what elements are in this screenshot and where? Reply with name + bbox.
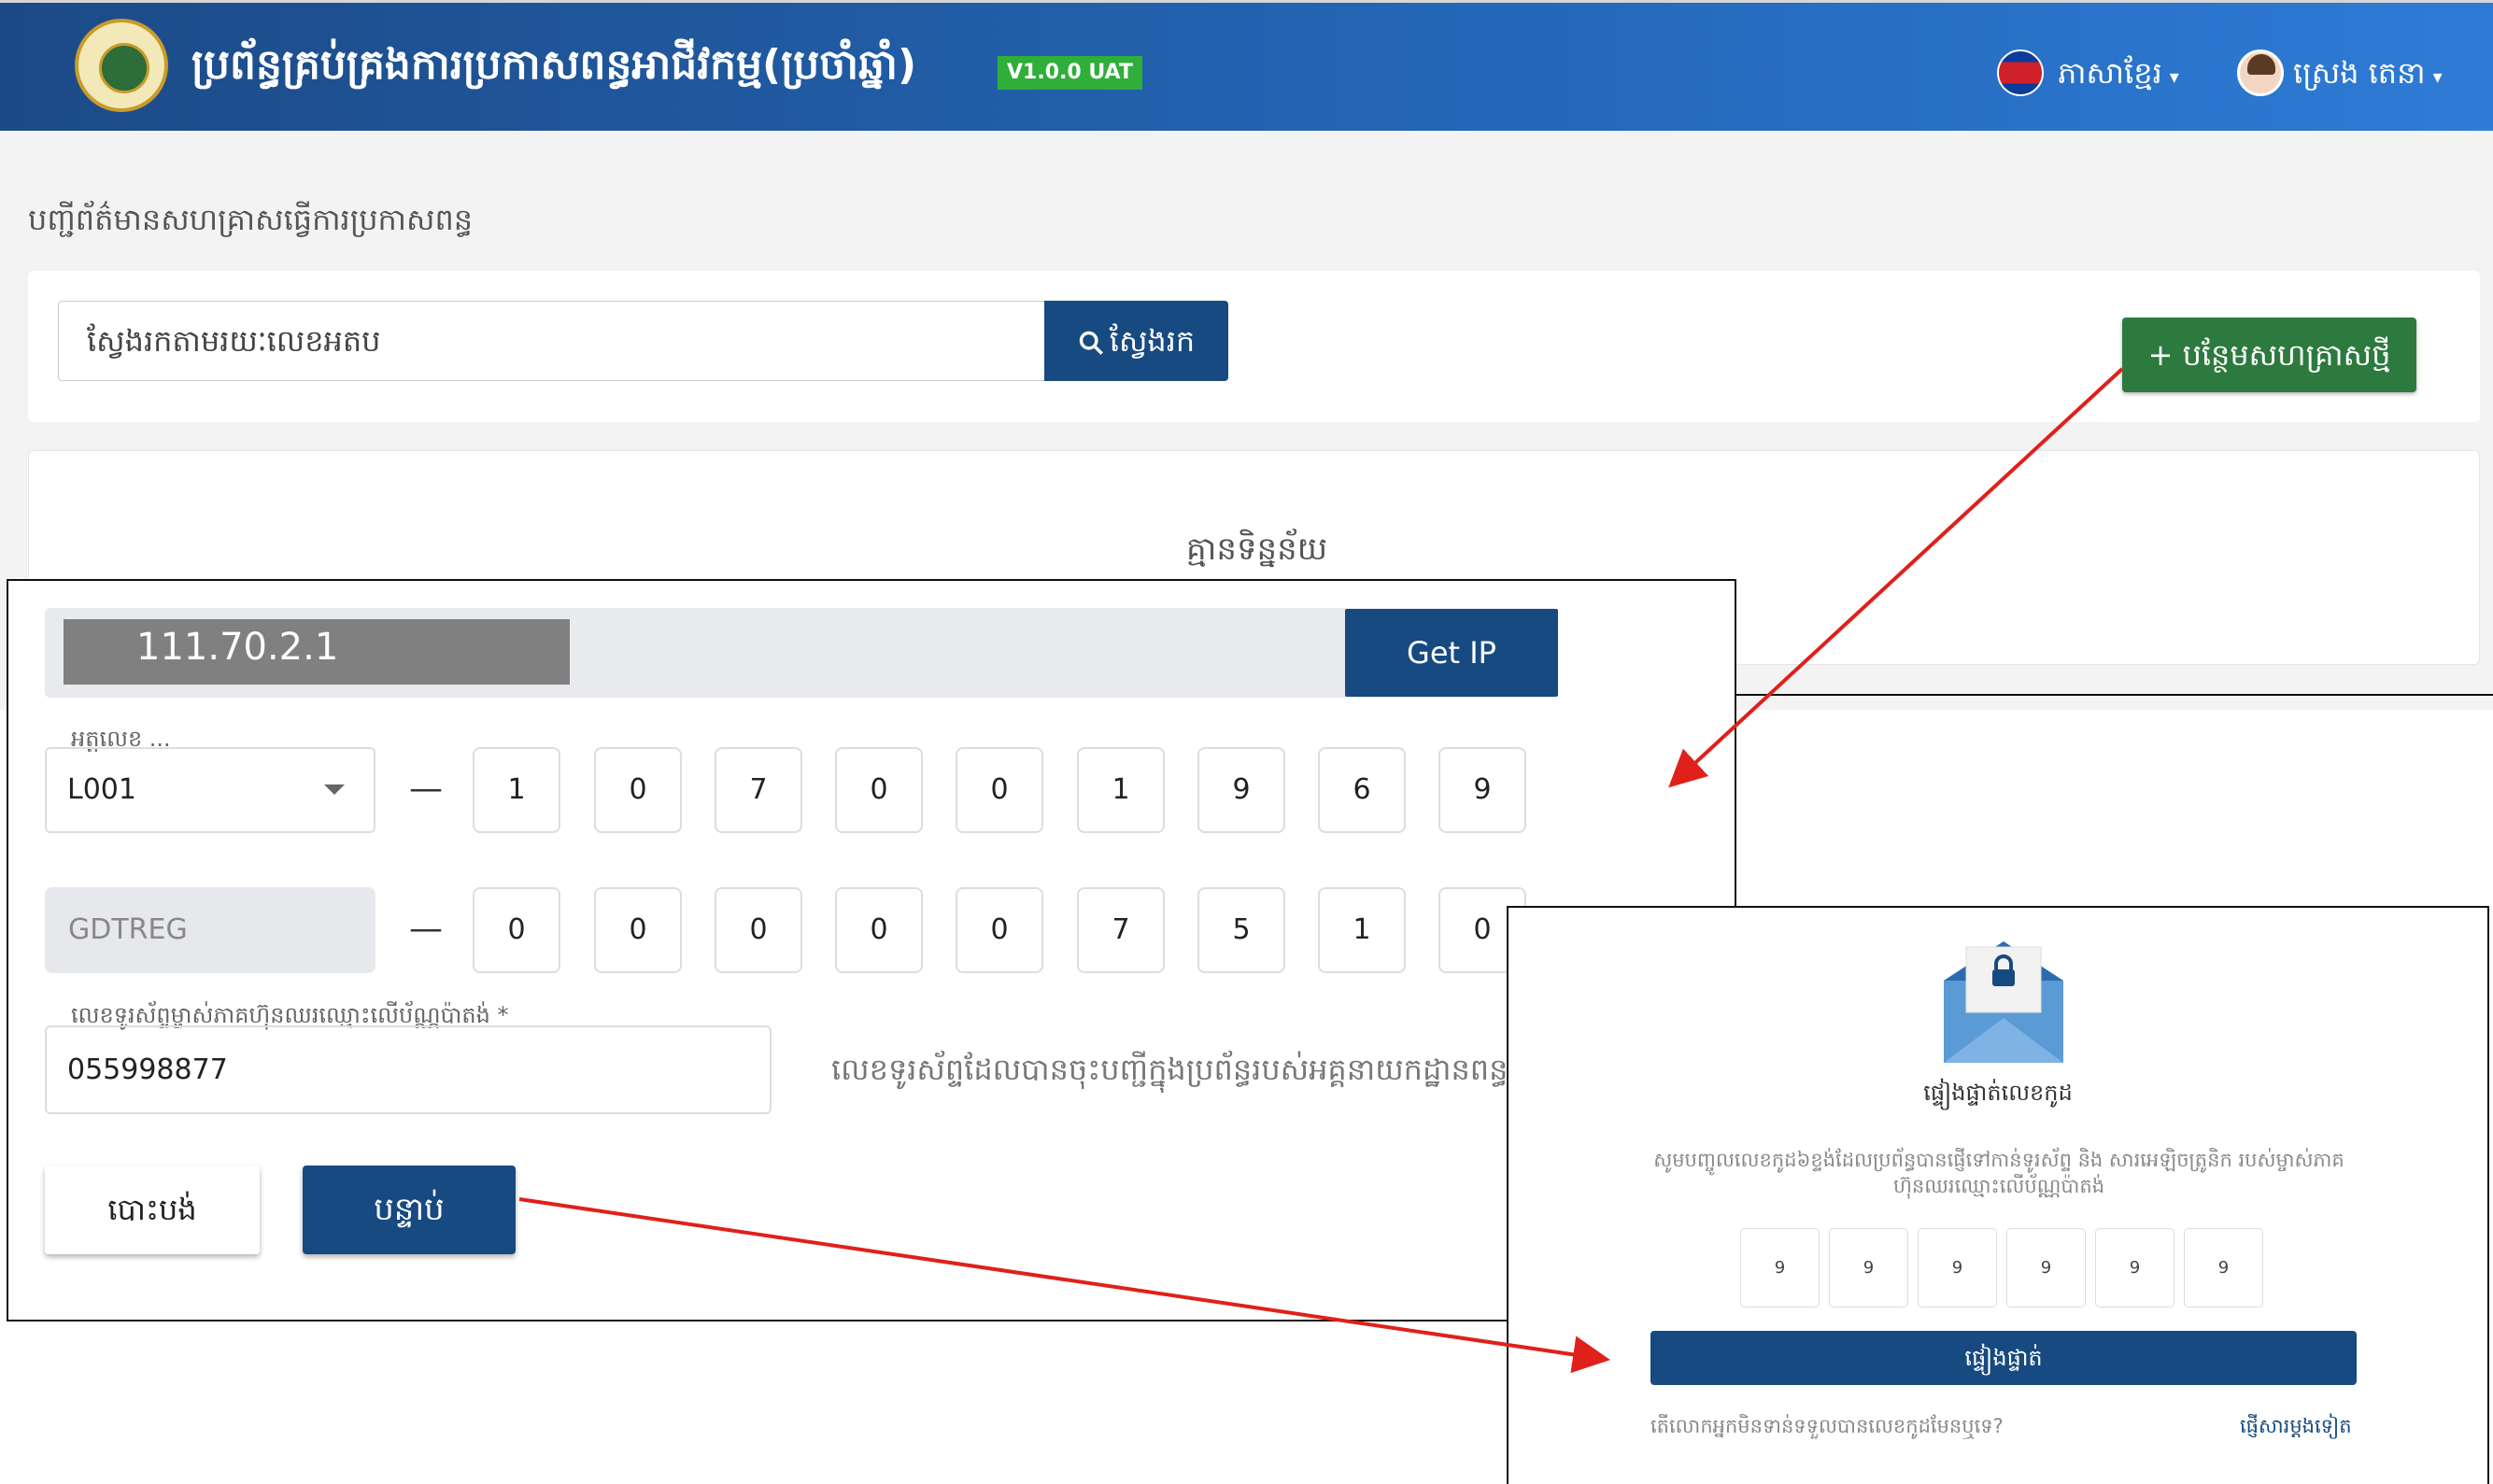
annotation-arrows (518, 367, 2124, 1374)
arrow-next-to-otp (518, 1197, 1610, 1374)
arrow-add-to-form (1668, 367, 2124, 788)
